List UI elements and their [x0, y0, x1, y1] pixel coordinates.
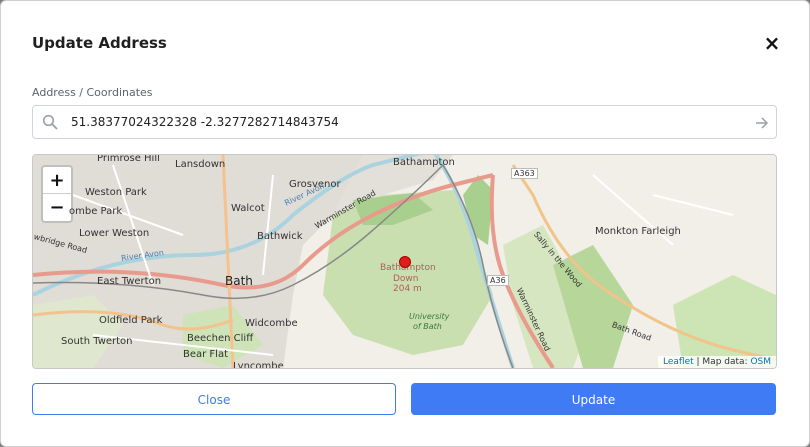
road-badge: A363	[511, 168, 538, 179]
map-attribution: Leaflet | Map data: OSM	[658, 356, 776, 368]
map-label: Primrose Hill	[97, 154, 160, 164]
map-label: Bathwick	[257, 231, 303, 242]
map-label: Oldfield Park	[99, 315, 163, 326]
map-label: Weston Park	[85, 187, 147, 198]
map-label: Lansdown	[175, 159, 226, 170]
leaflet-link[interactable]: Leaflet	[663, 357, 694, 367]
search-icon	[42, 114, 58, 134]
map-label: ombe Park	[69, 206, 123, 217]
address-label: Address / Coordinates	[32, 86, 153, 99]
map-label: Down	[393, 274, 419, 284]
osm-link[interactable]: OSM	[750, 357, 771, 367]
map-label: Lower Weston	[79, 228, 150, 239]
arrow-right-icon[interactable]	[755, 115, 769, 134]
update-address-dialog: Update Address × Address / Coordinates 5…	[0, 0, 810, 447]
map-label: Walcot	[231, 203, 265, 214]
map-label: Monkton Farleigh	[595, 226, 681, 237]
map-label: Lyncombe	[233, 361, 284, 369]
zoom-out-button[interactable]: −	[43, 194, 71, 221]
attribution-separator: | Map data:	[693, 357, 751, 367]
map-view[interactable]: + − Primrose Hill Lansdown Bathampton Gr…	[32, 154, 777, 369]
address-input-group	[32, 105, 777, 139]
map-label: East Twerton	[97, 276, 162, 287]
dialog-title: Update Address	[32, 34, 167, 52]
update-button[interactable]: Update	[411, 383, 776, 415]
map-label: South Twerton	[61, 336, 133, 347]
map-label: Bear Flat	[183, 349, 229, 360]
close-button[interactable]: Close	[32, 383, 396, 415]
address-input[interactable]	[71, 112, 741, 132]
map-label: of Bath	[413, 322, 442, 331]
zoom-in-button[interactable]: +	[43, 167, 71, 194]
map-label: Bathampton	[393, 157, 455, 168]
road-badge: A36	[487, 275, 509, 286]
map-label: University	[409, 312, 450, 321]
map-label: 204 m	[393, 284, 422, 294]
close-icon[interactable]: ×	[763, 33, 781, 53]
map-label: Widcombe	[245, 318, 298, 329]
map-label: Beechen Cliff	[187, 333, 254, 344]
location-marker[interactable]	[399, 256, 411, 268]
map-label: Bath	[225, 274, 253, 288]
